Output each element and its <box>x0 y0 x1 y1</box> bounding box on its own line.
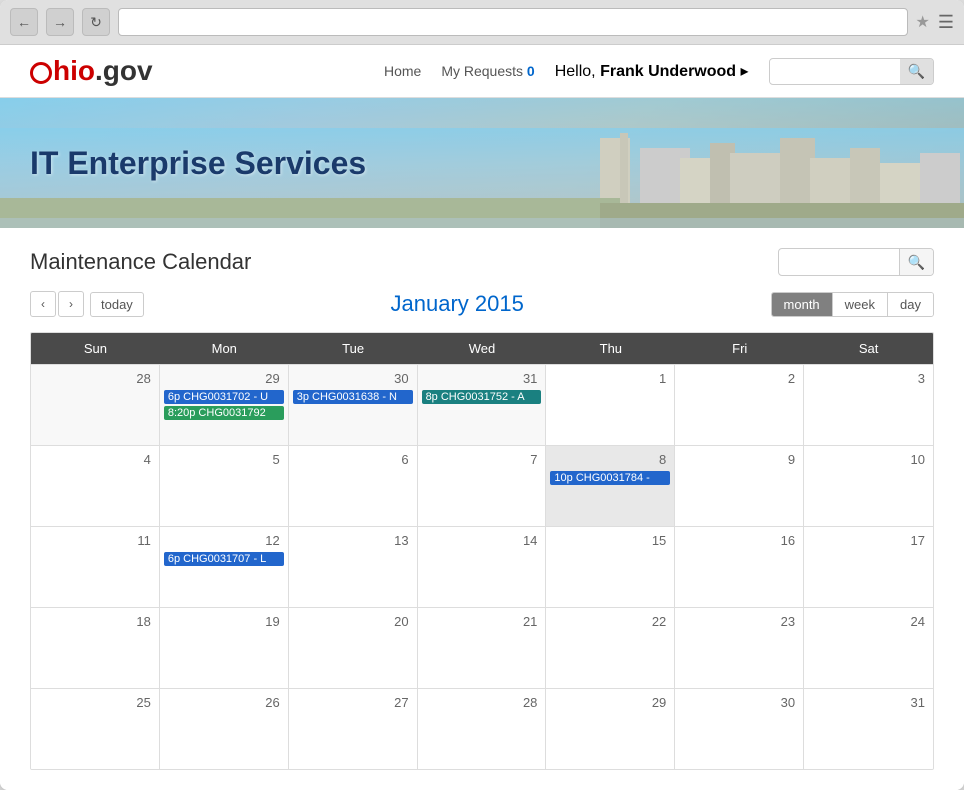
calendar-nav-row: ‹ › today January 2015 month week day <box>30 291 934 317</box>
main-content: Maintenance Calendar 🔍 ‹ › today January… <box>0 228 964 790</box>
calendar-week-2: 4 5 6 7 8 10p CHG0031784 - 9 10 <box>31 445 933 526</box>
calendar-title: Maintenance Calendar <box>30 249 251 275</box>
cal-cell-jan8[interactable]: 8 10p CHG0031784 - <box>546 446 675 526</box>
day-view-button[interactable]: day <box>888 293 933 316</box>
cal-cell-jan9[interactable]: 9 <box>675 446 804 526</box>
cal-cell-jan7[interactable]: 7 <box>418 446 547 526</box>
day-header-tue: Tue <box>289 333 418 364</box>
cal-cell-jan14[interactable]: 14 <box>418 527 547 607</box>
logo-ohio-text: hio <box>53 55 95 86</box>
home-link[interactable]: Home <box>384 63 421 79</box>
month-view-button[interactable]: month <box>772 293 833 316</box>
day-header-mon: Mon <box>160 333 289 364</box>
calendar-header: Maintenance Calendar 🔍 <box>30 248 934 276</box>
next-month-button[interactable]: › <box>58 291 84 317</box>
cal-cell-dec30[interactable]: 30 3p CHG0031638 - N <box>289 365 418 445</box>
cal-cell-dec31[interactable]: 31 8p CHG0031752 - A <box>418 365 547 445</box>
month-label: January 2015 <box>144 291 771 317</box>
address-bar[interactable] <box>118 8 908 36</box>
calendar-week-3: 11 12 6p CHG0031707 - L 13 14 15 16 17 <box>31 526 933 607</box>
header-search: 🔍 <box>769 58 934 85</box>
calendar-week-5: 25 26 27 28 29 30 31 <box>31 688 933 769</box>
cal-cell-jan1[interactable]: 1 <box>546 365 675 445</box>
cal-cell-jan17[interactable]: 17 <box>804 527 933 607</box>
cal-cell-jan10[interactable]: 10 <box>804 446 933 526</box>
header-nav: Home My Requests 0 Hello, Frank Underwoo… <box>384 58 934 85</box>
my-requests-link[interactable]: My Requests 0 <box>441 63 534 79</box>
day-header-sun: Sun <box>31 333 160 364</box>
cal-cell-jan6[interactable]: 6 <box>289 446 418 526</box>
cal-cell-jan29[interactable]: 29 <box>546 689 675 769</box>
view-buttons: month week day <box>771 292 934 317</box>
cal-cell-jan13[interactable]: 13 <box>289 527 418 607</box>
calendar-week-4: 18 19 20 21 22 23 24 <box>31 607 933 688</box>
cal-cell-jan22[interactable]: 22 <box>546 608 675 688</box>
bookmark-icon[interactable]: ★ <box>916 12 930 32</box>
refresh-button[interactable]: ↻ <box>82 8 110 36</box>
cal-cell-dec28[interactable]: 28 <box>31 365 160 445</box>
cal-cell-jan27[interactable]: 27 <box>289 689 418 769</box>
cal-cell-jan15[interactable]: 15 <box>546 527 675 607</box>
cal-cell-jan18[interactable]: 18 <box>31 608 160 688</box>
cal-cell-jan19[interactable]: 19 <box>160 608 289 688</box>
cal-cell-jan3[interactable]: 3 <box>804 365 933 445</box>
event-chg0031638[interactable]: 3p CHG0031638 - N <box>293 390 413 404</box>
cal-cell-jan2[interactable]: 2 <box>675 365 804 445</box>
hero-banner: IT Enterprise Services <box>0 98 964 228</box>
day-header-thu: Thu <box>546 333 675 364</box>
logo-o-circle <box>30 62 52 84</box>
cal-cell-jan16[interactable]: 16 <box>675 527 804 607</box>
header-search-button[interactable]: 🔍 <box>900 59 933 84</box>
day-header-sat: Sat <box>804 333 933 364</box>
day-header-wed: Wed <box>418 333 547 364</box>
cal-cell-jan23[interactable]: 23 <box>675 608 804 688</box>
cal-cell-jan12[interactable]: 12 6p CHG0031707 - L <box>160 527 289 607</box>
event-chg0031792[interactable]: 8:20p CHG0031792 <box>164 406 284 420</box>
browser-chrome: ← → ↻ ★ ☰ <box>0 0 964 45</box>
calendar-search-button[interactable]: 🔍 <box>899 249 933 275</box>
cal-cell-jan21[interactable]: 21 <box>418 608 547 688</box>
week-view-button[interactable]: week <box>833 293 888 316</box>
prev-month-button[interactable]: ‹ <box>30 291 56 317</box>
header-search-input[interactable] <box>770 60 900 83</box>
cal-cell-jan28[interactable]: 28 <box>418 689 547 769</box>
cal-cell-jan11[interactable]: 11 <box>31 527 160 607</box>
logo-gov-text: .gov <box>95 55 153 86</box>
event-chg0031707[interactable]: 6p CHG0031707 - L <box>164 552 284 566</box>
site-logo[interactable]: hio.gov <box>30 55 153 87</box>
day-header-fri: Fri <box>675 333 804 364</box>
today-button[interactable]: today <box>90 292 144 317</box>
hero-title: IT Enterprise Services <box>0 145 366 182</box>
calendar-grid: Sun Mon Tue Wed Thu Fri Sat 28 29 6p CHG… <box>30 332 934 770</box>
cal-cell-jan26[interactable]: 26 <box>160 689 289 769</box>
cal-cell-jan20[interactable]: 20 <box>289 608 418 688</box>
menu-icon[interactable]: ☰ <box>938 12 954 33</box>
user-name: Frank Underwood <box>600 63 736 80</box>
cal-cell-jan4[interactable]: 4 <box>31 446 160 526</box>
cal-cell-dec29[interactable]: 29 6p CHG0031702 - U 8:20p CHG0031792 <box>160 365 289 445</box>
calendar-nav-arrows: ‹ › <box>30 291 84 317</box>
calendar-search: 🔍 <box>778 248 934 276</box>
cal-cell-jan31[interactable]: 31 <box>804 689 933 769</box>
site-header: hio.gov Home My Requests 0 Hello, Frank … <box>0 45 964 98</box>
cal-cell-jan24[interactable]: 24 <box>804 608 933 688</box>
calendar-container: Maintenance Calendar 🔍 ‹ › today January… <box>0 228 964 790</box>
event-chg0031752[interactable]: 8p CHG0031752 - A <box>422 390 542 404</box>
forward-button[interactable]: → <box>46 8 74 36</box>
event-chg0031784[interactable]: 10p CHG0031784 - <box>550 471 670 485</box>
calendar-week-1: 28 29 6p CHG0031702 - U 8:20p CHG0031792… <box>31 364 933 445</box>
cal-cell-jan25[interactable]: 25 <box>31 689 160 769</box>
user-greeting: Hello, Frank Underwood ▸ <box>555 61 749 81</box>
cal-cell-jan5[interactable]: 5 <box>160 446 289 526</box>
event-chg0031702[interactable]: 6p CHG0031702 - U <box>164 390 284 404</box>
back-button[interactable]: ← <box>10 8 38 36</box>
calendar-search-input[interactable] <box>779 255 899 270</box>
cal-cell-jan30[interactable]: 30 <box>675 689 804 769</box>
browser-window: ← → ↻ ★ ☰ hio.gov Home My Requests 0 Hel… <box>0 0 964 790</box>
calendar-day-headers: Sun Mon Tue Wed Thu Fri Sat <box>31 333 933 364</box>
